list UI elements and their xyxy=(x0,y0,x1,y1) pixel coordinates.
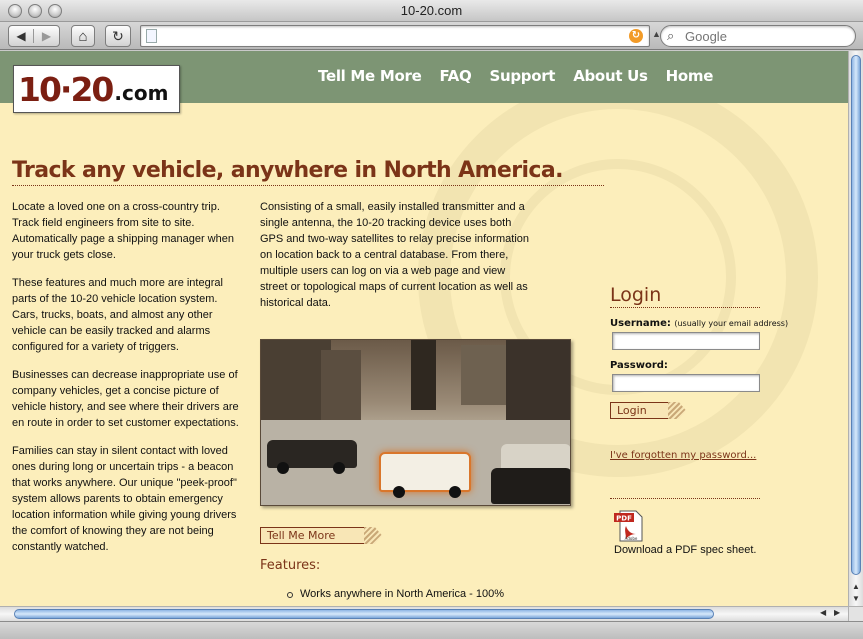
reload-button[interactable]: ↻ xyxy=(105,25,131,47)
logo-domain: .com xyxy=(114,81,169,105)
home-icon: ⌂ xyxy=(78,27,88,45)
scroll-up-icon[interactable]: ▲ xyxy=(850,581,862,593)
nav-about-us[interactable]: About Us xyxy=(573,67,648,85)
page-icon xyxy=(146,29,157,43)
features-heading: Features: xyxy=(260,558,321,573)
intro-column: Locate a loved one on a cross-country tr… xyxy=(12,199,244,567)
forward-icon[interactable]: ▶ xyxy=(34,29,59,43)
search-input[interactable] xyxy=(685,28,845,44)
password-field[interactable] xyxy=(612,374,760,392)
vertical-scroll-thumb[interactable] xyxy=(851,55,861,575)
device-description: Consisting of a small, easily installed … xyxy=(260,201,530,309)
pdf-icon-label: PDF xyxy=(616,515,632,523)
tell-me-more-label: Tell Me More xyxy=(267,529,336,542)
search-box[interactable]: ⌕ xyxy=(660,25,856,47)
pdf-icon-sublabel: Adobe xyxy=(625,536,638,541)
nav-home[interactable]: Home xyxy=(666,67,714,85)
tell-me-more-button[interactable]: Tell Me More xyxy=(260,527,382,544)
nav-support[interactable]: Support xyxy=(489,67,555,85)
divider xyxy=(610,498,760,499)
page-viewport: Tell Me More FAQ Support About Us Home 1… xyxy=(0,51,848,606)
horizontal-scrollbar[interactable]: ◀ ▶ xyxy=(0,606,848,621)
chevron-right-icon xyxy=(364,527,382,544)
intro-paragraph: Businesses can decrease inappropriate us… xyxy=(12,369,239,429)
intro-paragraph: These features and much more are integra… xyxy=(12,277,223,353)
search-icon[interactable]: ⌕ xyxy=(667,28,674,44)
horizontal-scroll-thumb[interactable] xyxy=(14,609,714,619)
nav-tell-me-more[interactable]: Tell Me More xyxy=(318,67,422,85)
pdf-download-link[interactable]: Download a PDF spec sheet. xyxy=(614,544,756,556)
status-bar xyxy=(0,621,863,639)
pdf-icon[interactable]: PDF Adobe xyxy=(614,510,646,542)
street-photo xyxy=(260,339,571,506)
window-titlebar: 10-20.com xyxy=(0,0,863,22)
reload-icon: ↻ xyxy=(112,27,124,44)
back-icon[interactable]: ◀ xyxy=(9,29,35,43)
address-input[interactable] xyxy=(163,28,623,44)
password-label: Password: xyxy=(610,360,668,371)
username-label-text: Username: xyxy=(610,318,671,329)
login-button-label: Login xyxy=(617,404,647,417)
vertical-scrollbar[interactable]: ▲ ▼ xyxy=(848,51,863,606)
username-hint: (usually your email address) xyxy=(674,319,789,328)
intro-paragraph: Families can stay in silent contact with… xyxy=(12,445,237,553)
intro-paragraph: Locate a loved one on a cross-country tr… xyxy=(12,201,234,261)
scroll-down-icon[interactable]: ▼ xyxy=(850,593,862,605)
address-bar[interactable]: ↻ xyxy=(140,25,650,47)
back-forward-buttons: ◀ ▶ xyxy=(8,25,60,47)
logo-number: 10·20 xyxy=(18,69,114,109)
browser-toolbar: ◀ ▶ ⌂ ↻ ↻ ▲ ⌕ xyxy=(0,22,863,50)
main-nav: Tell Me More FAQ Support About Us Home xyxy=(318,67,713,85)
scrollbar-corner xyxy=(848,606,863,621)
site-logo[interactable]: 10·20 .com xyxy=(13,65,180,113)
page-headline: Track any vehicle, anywhere in North Ame… xyxy=(12,158,604,186)
scroll-left-icon[interactable]: ◀ xyxy=(820,608,826,617)
window-title: 10-20.com xyxy=(400,3,463,18)
features-list: Works anywhere in North America - 100% xyxy=(287,588,540,604)
home-button[interactable]: ⌂ xyxy=(71,25,95,47)
username-label: Username: (usually your email address) xyxy=(610,318,788,329)
list-item: Works anywhere in North America - 100% xyxy=(287,588,540,600)
login-button[interactable]: Login xyxy=(610,402,686,419)
username-field[interactable] xyxy=(612,332,760,350)
nav-faq[interactable]: FAQ xyxy=(439,67,471,85)
scroll-right-icon[interactable]: ▶ xyxy=(834,608,840,617)
rss-icon[interactable]: ↻ xyxy=(629,29,643,43)
forgot-password-link[interactable]: I've forgotten my password... xyxy=(610,450,756,461)
login-heading: Login xyxy=(610,284,760,308)
